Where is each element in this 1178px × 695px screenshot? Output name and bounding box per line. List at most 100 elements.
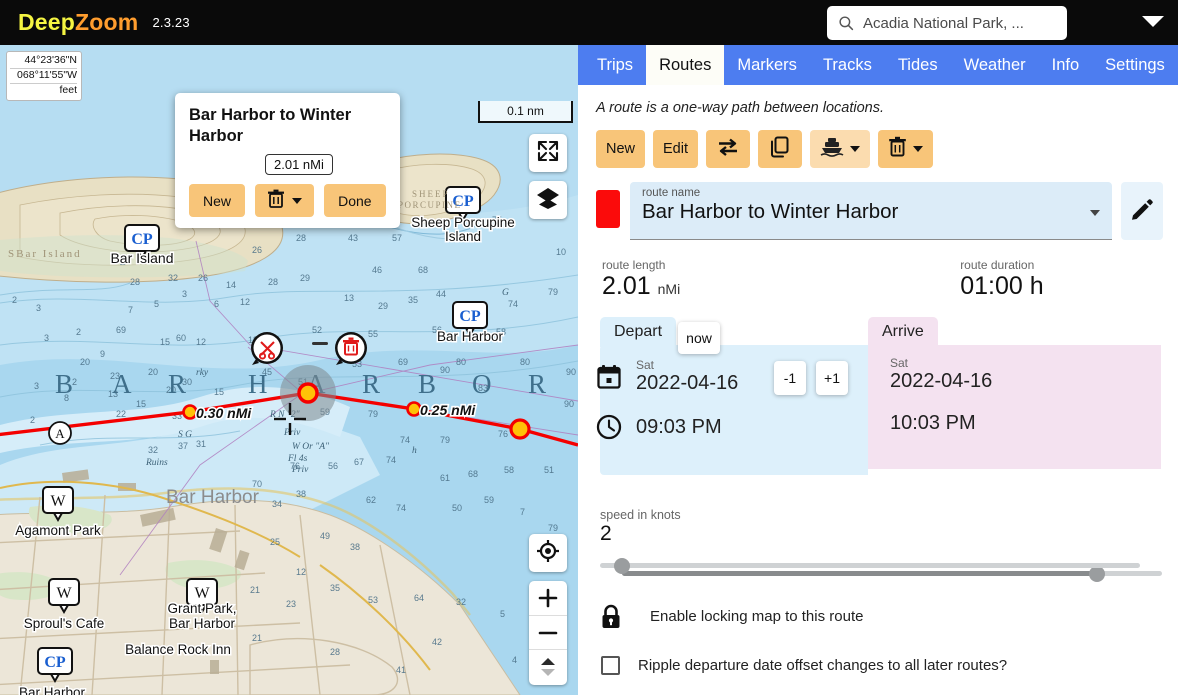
trash-icon [888, 136, 907, 162]
tab-trips[interactable]: Trips [584, 45, 646, 85]
svg-text:CP: CP [131, 231, 153, 248]
svg-text:28: 28 [268, 277, 278, 287]
svg-text:52: 52 [312, 325, 322, 335]
popup-new-button[interactable]: New [189, 184, 245, 218]
arrive-time-block: 10:03 PM [890, 411, 976, 435]
ripple-row[interactable]: Ripple departure date offset changes to … [601, 655, 1178, 675]
reverse-route-button[interactable] [706, 130, 751, 168]
pan-updown-button[interactable] [529, 649, 567, 683]
search-input-value[interactable]: Acadia National Park, ... [863, 15, 1024, 32]
svg-text:32: 32 [148, 445, 158, 455]
svg-text:74: 74 [386, 455, 396, 465]
svg-text:64: 64 [414, 593, 424, 603]
logo-deep: Deep [18, 9, 76, 35]
tab-weather[interactable]: Weather [951, 45, 1039, 85]
new-route-button[interactable]: New [596, 130, 646, 168]
svg-text:62: 62 [366, 495, 376, 505]
locate-button[interactable] [529, 534, 567, 572]
calendar-icon [596, 364, 622, 390]
minus-icon [538, 631, 558, 634]
svg-text:h: h [412, 446, 417, 456]
svg-text:68: 68 [418, 265, 428, 275]
svg-text:Sproul's Cafe: Sproul's Cafe [24, 616, 105, 631]
speed-slider-thumb[interactable] [613, 557, 630, 574]
svg-text:29: 29 [378, 301, 388, 311]
svg-text:rky: rky [196, 368, 209, 378]
tab-tracks[interactable]: Tracks [810, 45, 885, 85]
svg-text:Bar Harbor: Bar Harbor [169, 616, 236, 631]
svg-text:74: 74 [396, 503, 406, 513]
svg-text:5: 5 [500, 609, 505, 619]
svg-text:5: 5 [154, 299, 159, 309]
svg-text:42: 42 [432, 637, 442, 647]
svg-text:69: 69 [116, 325, 126, 335]
zoom-out-button[interactable] [529, 615, 567, 649]
tab-info[interactable]: Info [1039, 45, 1093, 85]
fullscreen-button[interactable] [529, 134, 567, 172]
svg-text:90: 90 [564, 399, 574, 409]
svg-text:49: 49 [320, 531, 330, 541]
svg-text:Balance Rock Inn: Balance Rock Inn [125, 642, 231, 657]
arrive-card: Sat 2022-04-16 10:03 PM [868, 344, 1161, 469]
ripple-label: Ripple departure date offset changes to … [638, 656, 1008, 674]
tab-markers[interactable]: Markers [724, 45, 810, 85]
route-color-swatch[interactable] [596, 190, 620, 228]
delete-route-button[interactable] [878, 130, 934, 168]
svg-text:R: R [528, 369, 546, 399]
arrive-tab[interactable]: Arrive [868, 316, 938, 347]
speed-slider-track [600, 562, 1140, 568]
svg-text:31: 31 [196, 439, 206, 449]
edit-route-name-button[interactable] [1121, 182, 1163, 240]
route-name-select[interactable]: route name Bar Harbor to Winter Harbor [630, 182, 1112, 240]
svg-text:R: R [362, 369, 380, 399]
edit-route-button[interactable]: Edit [653, 130, 699, 168]
svg-text:35: 35 [408, 295, 418, 305]
zoom-controls[interactable] [529, 581, 567, 685]
svg-text:7: 7 [520, 507, 525, 517]
svg-text:H: H [248, 369, 268, 399]
svg-text:Bar Harbor: Bar Harbor [19, 685, 86, 695]
ripple-checkbox[interactable] [601, 655, 620, 675]
depart-date-plus-button[interactable]: +1 [816, 360, 848, 395]
tab-settings[interactable]: Settings [1092, 45, 1178, 85]
svg-text:76: 76 [498, 429, 508, 439]
svg-text:CP: CP [44, 654, 66, 671]
svg-text:59: 59 [484, 495, 494, 505]
svg-text:53: 53 [368, 595, 378, 605]
depart-date-row[interactable]: Sat 2022-04-16 [596, 359, 738, 396]
chevron-down-icon [291, 197, 302, 204]
depart-date-minus-button[interactable]: -1 [774, 360, 806, 395]
lock-map-row[interactable]: Enable locking map to this route [600, 604, 1178, 630]
svg-text:Sheep Porcupine: Sheep Porcupine [411, 215, 515, 230]
popup-delete-button[interactable] [254, 184, 314, 218]
svg-text:35: 35 [330, 583, 340, 593]
route-length-label: route length [602, 258, 666, 272]
now-button[interactable]: now [678, 321, 720, 354]
depart-time-row[interactable]: 09:03 PM [596, 414, 722, 440]
depart-day: Sat [636, 357, 655, 372]
boat-type-button[interactable] [810, 130, 871, 168]
chevron-down-icon[interactable] [1142, 16, 1164, 27]
depart-tab[interactable]: Depart [600, 316, 677, 347]
depart-date-steppers: -1 +1 [774, 360, 848, 395]
svg-text:9: 9 [100, 349, 105, 359]
copy-route-button[interactable] [758, 130, 803, 168]
coordinate-readout: 44°23'36"N 068°11'55"W feet [6, 51, 82, 101]
app-logo: DeepZoom [18, 9, 138, 36]
chevron-down-icon[interactable] [1090, 210, 1100, 216]
route-popup[interactable]: Bar Harbor to Winter Harbor 2.01 nMi New [175, 93, 400, 228]
layers-button[interactable] [529, 181, 567, 219]
svg-text:15: 15 [214, 387, 224, 397]
svg-text:Island: Island [445, 229, 481, 244]
speed-slider[interactable] [600, 554, 1140, 576]
nautical-map[interactable]: 284165 125768 756610 284346 262829 32261… [0, 45, 578, 695]
popup-done-button[interactable]: Done [323, 184, 386, 218]
tab-routes[interactable]: Routes [646, 45, 725, 85]
zoom-in-button[interactable] [529, 581, 567, 615]
svg-text:SHEEP: SHEEP [412, 189, 450, 199]
route-name-row: route name Bar Harbor to Winter Harbor [596, 182, 1178, 240]
svg-text:12: 12 [240, 297, 250, 307]
tab-tides[interactable]: Tides [885, 45, 951, 85]
search-box[interactable]: Acadia National Park, ... [827, 6, 1067, 40]
svg-text:22: 22 [116, 409, 126, 419]
